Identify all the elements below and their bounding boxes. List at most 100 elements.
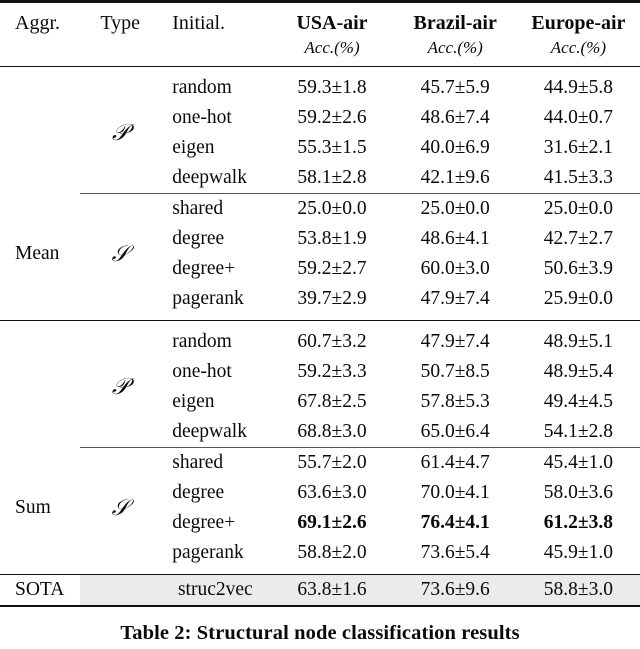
type-symbol-p: 𝒫 [111,373,129,400]
cell-value: 60.0±3.0 [420,257,490,279]
initial-label: degree+ [172,511,236,533]
table-row: Sum 𝒮 shared 55.7±2.0 61.4±4.7 45.4±1.0 [0,448,640,521]
initial-label: random [172,330,232,352]
cell-value: 67.8±2.5 [297,390,367,412]
table-body: 𝒫 random 59.3±1.8 45.7±5.9 44.9±5.8 one-… [0,67,640,649]
cell-value: 55.7±2.0 [297,451,367,473]
cell-value: 39.7±2.9 [297,287,367,309]
cell-value-best: 76.4±4.1 [420,511,490,533]
initial-label: pagerank [172,541,244,563]
cell-value: 63.6±3.0 [297,481,367,503]
table-row: 𝒫 random 60.7±3.2 47.9±7.4 48.9±5.1 [0,327,640,400]
cell-value: 25.0±0.0 [543,197,613,219]
cell-value: 47.9±7.4 [420,330,490,352]
initial-label: deepwalk [172,166,247,188]
sota-value: 63.8±1.6 [270,574,394,606]
dataset-name: Europe-air [531,12,626,34]
cell-value: 25.0±0.0 [420,197,490,219]
table-row: Mean 𝒮 shared 25.0±0.0 25.0±0.0 25.0±0.0 [0,194,640,267]
cell-value: 44.9±5.8 [543,76,613,98]
cell-value: 54.1±2.8 [543,420,613,442]
dataset-metric: Acc.(%) [427,37,483,57]
cell-value: 70.0±4.1 [420,481,490,503]
cell-value: 48.9±5.4 [543,360,613,382]
initial-label: shared [172,451,224,473]
sota-label: SOTA [15,578,65,600]
cell-value: 47.9±7.4 [420,287,490,309]
sota-method: struc2vec [160,574,271,606]
results-table: Aggr. Type Initial. USA-air Acc.(%) Braz… [0,0,640,649]
cell-value: 49.4±4.5 [543,390,613,412]
initial-label: random [172,76,232,98]
header-row: Aggr. Type Initial. USA-air Acc.(%) Braz… [0,3,640,66]
table-row: 𝒫 random 59.3±1.8 45.7±5.9 44.9±5.8 [0,73,640,146]
initial-label: degree [172,227,225,249]
header-dataset-usa-air: USA-air Acc.(%) [270,3,393,66]
cell-value: 60.7±3.2 [297,330,367,352]
header-aggr: Aggr. [0,3,80,66]
cell-value: 58.0±3.6 [543,481,613,503]
cell-value: 50.7±8.5 [420,360,490,382]
header-type: Type [80,3,160,66]
type-symbol-s: 𝒮 [111,241,129,267]
initial-label: degree+ [172,257,236,279]
initial-label: eigen [172,390,215,412]
cell-value: 59.2±3.3 [297,360,367,382]
cell-value: 73.6±5.4 [420,541,490,563]
cell-value: 68.8±3.0 [297,420,367,442]
table-caption: Table 2: Structural node classification … [120,622,520,645]
sota-row: SOTA struc2vec 63.8±1.6 73.6±9.6 58.8±3.… [0,574,640,606]
cell-value: 53.8±1.9 [297,227,367,249]
cell-value-best: 61.2±3.8 [543,511,613,533]
cell-value: 25.0±0.0 [297,197,367,219]
sota-value: 58.8±3.0 [516,574,640,606]
cell-value: 41.5±3.3 [543,166,613,188]
cell-value: 31.6±2.1 [543,136,613,158]
table-header: Aggr. Type Initial. USA-air Acc.(%) Braz… [0,0,640,67]
sota-value: 73.6±9.6 [393,574,517,606]
cell-value: 25.9±0.0 [543,287,613,309]
cell-value: 45.7±5.9 [420,76,490,98]
cell-value: 40.0±6.9 [420,136,490,158]
dataset-name: USA-air [296,12,368,34]
cell-value-best: 69.1±2.6 [297,511,367,533]
cell-value: 42.7±2.7 [543,227,613,249]
header-aggr-label: Aggr. [15,12,60,34]
cell-value: 59.2±2.7 [297,257,367,279]
cell-value: 48.9±5.1 [543,330,613,352]
cell-value: 57.8±5.3 [420,390,490,412]
cell-value: 42.1±9.6 [420,166,490,188]
initial-label: deepwalk [172,420,247,442]
header-dataset-europe-air: Europe-air Acc.(%) [517,3,640,66]
initial-label: eigen [172,136,215,158]
initial-label: one-hot [172,106,232,128]
cell-value: 45.4±1.0 [543,451,613,473]
table-page: Aggr. Type Initial. USA-air Acc.(%) Braz… [0,0,640,644]
cell-value: 44.0±0.7 [543,106,613,128]
dataset-metric: Acc.(%) [304,37,360,57]
cell-value: 59.2±2.6 [297,106,367,128]
dataset-metric: Acc.(%) [550,37,606,57]
cell-value: 55.3±1.5 [297,136,367,158]
aggr-group-label-mean [0,73,80,194]
cell-value: 61.4±4.7 [420,451,490,473]
sota-shade-pad [80,574,161,606]
header-dataset-brazil-air: Brazil-air Acc.(%) [394,3,517,66]
caption-row: Table 2: Structural node classification … [0,607,640,649]
initial-label: degree [172,481,225,503]
cell-value: 65.0±6.4 [420,420,490,442]
initial-label: one-hot [172,360,232,382]
cell-value: 58.8±2.0 [297,541,367,563]
cell-value: 58.1±2.8 [297,166,367,188]
cell-value: 45.9±1.0 [543,541,613,563]
cell-value: 50.6±3.9 [543,257,613,279]
header-type-label: Type [100,12,141,34]
aggr-label-mean: Mean [15,242,60,264]
aggr-label-sum: Sum [15,496,51,518]
dataset-name: Brazil-air [413,12,497,34]
type-symbol-p: 𝒫 [111,119,129,146]
cell-value: 48.6±4.1 [420,227,490,249]
aggr-group-label-sum [0,327,80,448]
cell-value: 59.3±1.8 [297,76,367,98]
header-initial-label: Initial. [172,12,226,34]
